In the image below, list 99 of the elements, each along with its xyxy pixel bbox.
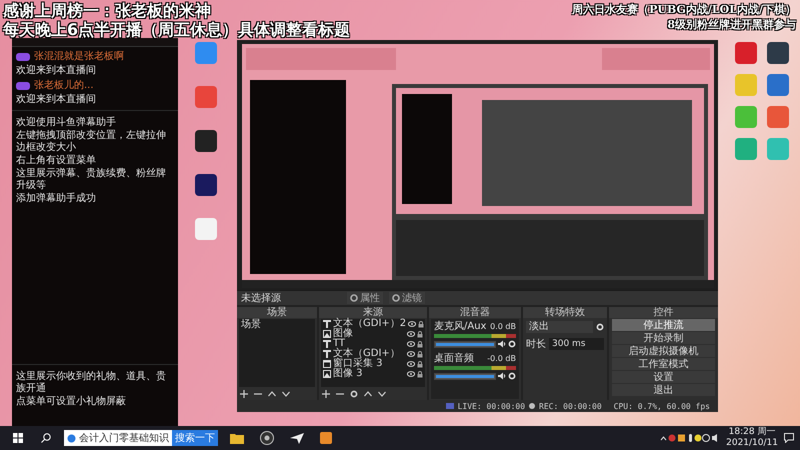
overlay-text: 每天晚上6点半开播（周五休息）具体调整看标题 <box>3 20 350 39</box>
dock-title: 转场特效 <box>523 307 607 318</box>
obs-icon <box>260 431 274 445</box>
live-time: LIVE: 00:00:00 <box>458 402 526 410</box>
lock-icon <box>417 340 423 348</box>
image-icon <box>323 330 331 338</box>
info-text: 左键拖拽顶部改变位置，左键拉伸边框改变大小 <box>16 130 167 154</box>
windows-start-icon <box>13 433 23 443</box>
gear-icon <box>392 294 400 302</box>
record-icon <box>529 403 536 409</box>
eye-icon <box>408 321 416 327</box>
control-button[interactable]: 停止推流 <box>612 319 715 331</box>
source-name[interactable]: 文本（GDI+） <box>333 349 405 359</box>
app-icon[interactable] <box>735 42 757 64</box>
speaker-icon <box>498 372 506 380</box>
search-button[interactable]: 搜索一下 <box>172 430 218 446</box>
source-name[interactable]: 文本（GDI+）2 <box>333 319 406 329</box>
dock-title: 混音器 <box>429 307 521 318</box>
settings-icon[interactable] <box>350 390 358 398</box>
plane-icon <box>290 432 304 444</box>
channel-name: 桌面音频 <box>434 354 474 364</box>
window-icon <box>323 360 331 368</box>
info-text: 欢迎使用斗鱼弹幕助手 <box>16 117 117 129</box>
transition-dropdown[interactable]: 淡出 <box>526 321 593 333</box>
volume-slider[interactable] <box>434 372 496 380</box>
down-icon[interactable] <box>282 390 290 398</box>
eye-icon <box>407 361 415 367</box>
info-text: 点菜单可设置小礼物屏蔽 <box>16 396 127 408</box>
overlay-text: 周六日水友赛（PUBG内战/LOL内战/下棋） <box>572 2 796 17</box>
toolbar-button[interactable]: 滤镜 <box>389 292 425 304</box>
app-icon[interactable] <box>767 74 789 96</box>
gear-icon <box>350 294 358 302</box>
duration-field[interactable]: 300 ms <box>549 338 604 350</box>
rec-time: REC: 00:00:00 <box>539 402 602 410</box>
source-name[interactable]: 窗口采集 3 <box>333 359 405 369</box>
scene-item[interactable]: 场景 <box>239 319 315 330</box>
dock-title: 控件 <box>609 307 718 318</box>
gear-icon <box>508 372 516 380</box>
control-button[interactable]: 开始录制 <box>612 332 715 344</box>
info-text: 添加弹幕助手成功 <box>16 193 97 205</box>
lock-icon <box>418 320 424 328</box>
image-icon <box>323 370 331 378</box>
username[interactable]: 张混混就是张老板啊 <box>34 51 124 63</box>
app-icon[interactable] <box>767 42 789 64</box>
live-icon <box>446 403 454 409</box>
source-name[interactable]: TT <box>333 339 405 349</box>
info-text: 右上角有设置菜单 <box>16 155 97 167</box>
clock-date[interactable]: 2021/10/11 <box>726 438 778 449</box>
clock-time[interactable]: 18:28 周一 <box>728 427 776 438</box>
source-name[interactable]: 图像 3 <box>333 369 405 379</box>
control-button[interactable]: 工作室模式 <box>612 358 715 370</box>
app-icon <box>320 432 332 444</box>
lock-icon <box>417 350 423 358</box>
search-field[interactable]: 会计入门零基础知识 <box>64 430 172 446</box>
folder-icon <box>230 432 244 444</box>
toolbar-button[interactable]: 属性 <box>347 292 383 304</box>
lock-icon <box>417 370 423 378</box>
overlay-text: 感谢上周榜一：张老板的米神 <box>3 1 212 20</box>
app-icon[interactable] <box>195 130 217 152</box>
down-icon[interactable] <box>378 390 386 398</box>
overlay-text: 8级别粉丝牌进开黑群参与 <box>667 17 796 32</box>
info-text: 这里展示你收到的礼物、道具、贵族开通 <box>16 371 167 395</box>
db-reading: 0.0 dB <box>490 322 516 332</box>
username[interactable]: 张老板儿的... <box>34 80 94 92</box>
text-icon <box>323 320 331 328</box>
duration-label: 时长 <box>526 338 546 351</box>
control-button[interactable]: 启动虚拟摄像机 <box>612 345 715 357</box>
up-icon[interactable] <box>268 390 276 398</box>
control-button[interactable]: 设置 <box>612 371 715 383</box>
speaker-icon <box>498 340 506 348</box>
info-text: 这里展示弹幕、贵族续费、粉丝牌升级等 <box>16 168 167 192</box>
fan-badge <box>16 53 30 61</box>
gear-icon <box>596 323 604 331</box>
gear-icon <box>508 340 516 348</box>
eye-icon <box>407 331 415 337</box>
cpu-usage: CPU: 0.7%, 60.00 fps <box>614 402 710 410</box>
db-reading: -0.0 dB <box>487 354 516 364</box>
app-icon[interactable] <box>195 174 217 196</box>
chat-message: 欢迎来到本直播间 <box>16 94 96 106</box>
volume-slider[interactable] <box>434 340 496 348</box>
chat-message: 欢迎来到本直播间 <box>16 65 96 77</box>
eye-icon <box>407 341 415 347</box>
up-icon[interactable] <box>364 390 372 398</box>
eye-icon <box>407 351 415 357</box>
add-icon[interactable] <box>322 390 330 398</box>
no-source-label: 未选择源 <box>241 292 282 305</box>
search-icon <box>41 433 51 443</box>
add-icon[interactable] <box>240 390 248 398</box>
dock-title: 来源 <box>319 307 427 318</box>
browser-icon <box>67 434 76 442</box>
dock-title: 场景 <box>237 307 317 318</box>
control-button[interactable]: 退出 <box>612 384 715 396</box>
channel-name: 麦克风/Aux <box>434 322 486 332</box>
notification-icon <box>784 433 794 443</box>
lock-icon <box>417 360 423 368</box>
fan-badge <box>16 82 30 90</box>
eye-icon <box>407 371 415 377</box>
source-name[interactable]: 图像 <box>333 329 405 339</box>
lock-icon <box>417 330 423 338</box>
